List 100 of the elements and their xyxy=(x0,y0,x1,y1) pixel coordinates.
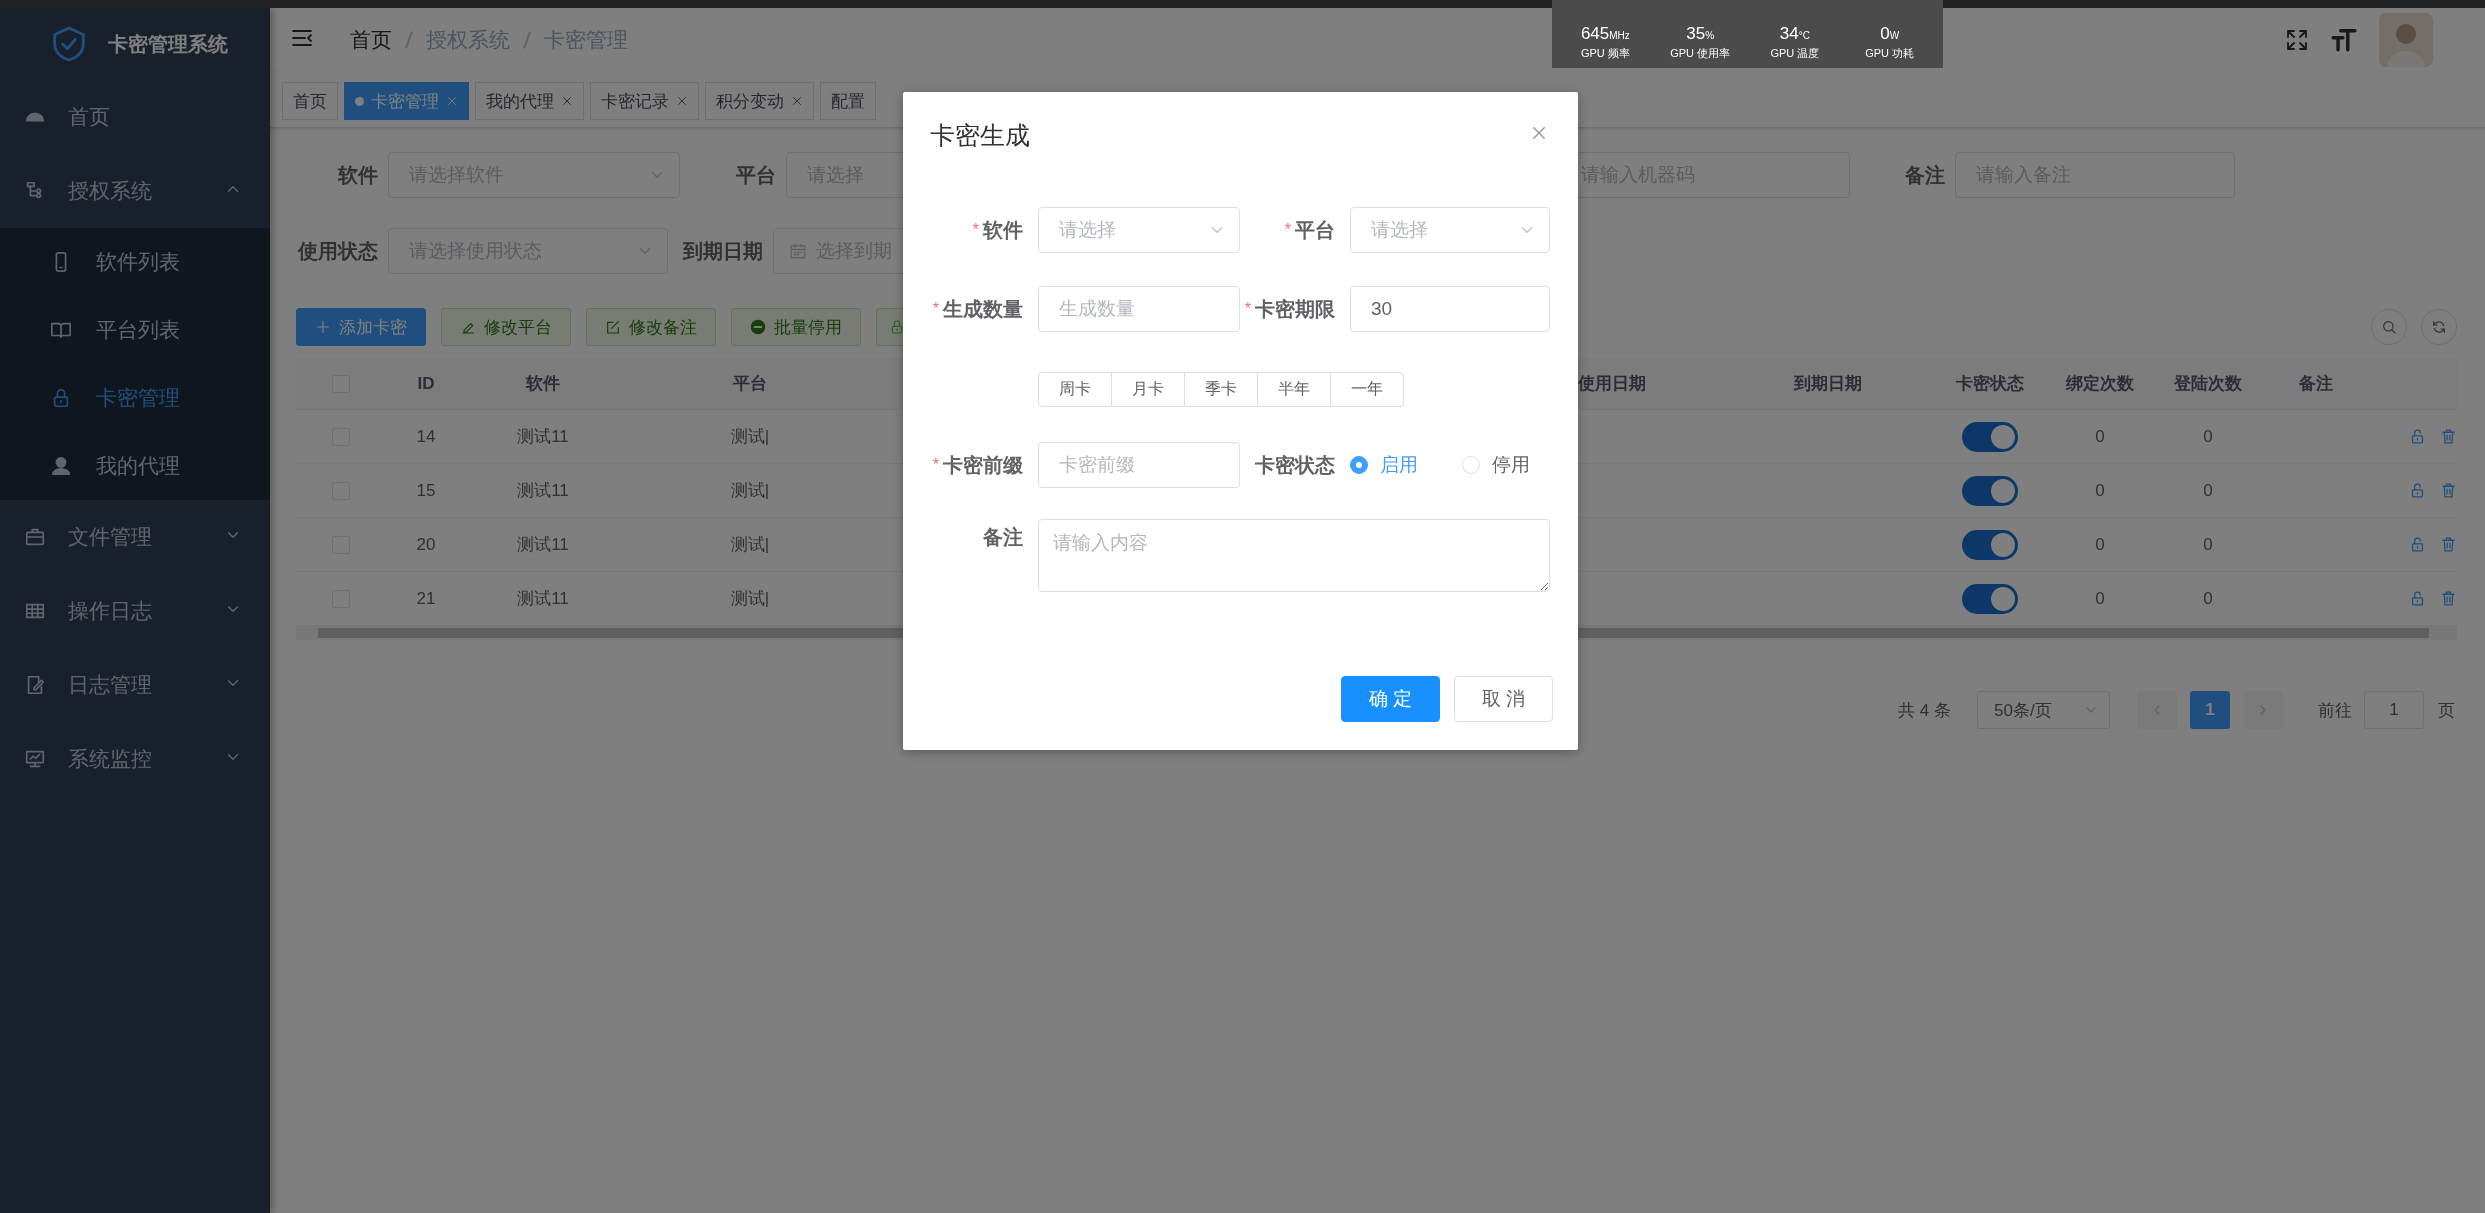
field-label: 卡密状态 xyxy=(1255,452,1335,478)
table-cell-text: 测试11 xyxy=(517,480,569,502)
unlock-icon xyxy=(2409,428,2426,445)
sidebar-subitem[interactable]: 软件列表 xyxy=(0,228,270,296)
metric-value: 34°C xyxy=(1779,24,1810,45)
metric-value: 35% xyxy=(1686,24,1715,45)
search-button[interactable] xyxy=(2371,309,2407,345)
remark-field[interactable]: 请输入内容 xyxy=(1038,519,1550,592)
required-mark: * xyxy=(932,456,939,474)
metric-value: 0W xyxy=(1880,24,1900,45)
select-field[interactable]: 请选择 xyxy=(1038,207,1240,253)
table-cell: 0 xyxy=(2095,426,2105,447)
sidebar-item[interactable]: 首页 xyxy=(0,80,270,154)
delete-icon xyxy=(2440,536,2457,553)
table-cell: 0 xyxy=(2095,534,2105,555)
table-cell: 0 xyxy=(2095,588,2105,609)
refresh-button[interactable] xyxy=(2421,309,2457,345)
delete-icon xyxy=(2440,590,2457,607)
column-header: 到期日期 xyxy=(1794,373,1862,395)
table-cell: 0 xyxy=(2203,426,2213,447)
edit-icon xyxy=(605,319,621,335)
tab[interactable]: 我的代理 xyxy=(475,82,584,120)
tab[interactable]: 积分变动 xyxy=(705,82,814,120)
input-field[interactable]: 卡密前缀 xyxy=(1038,442,1240,488)
toggle-switch[interactable] xyxy=(1962,421,2018,452)
goto-label: 前往 xyxy=(2318,699,2352,722)
table-cell-text: 测试11 xyxy=(517,534,569,556)
tab[interactable]: 卡密记录 xyxy=(590,82,699,120)
sidebar-item[interactable]: 文件管理 xyxy=(0,500,270,574)
breadcrumb-item[interactable]: 首页 xyxy=(350,26,392,54)
field-label: 到期日期 xyxy=(682,238,763,264)
table-cell-text: 测试| xyxy=(730,426,770,448)
plus-icon xyxy=(315,319,331,335)
select-field[interactable]: 请选择 xyxy=(1350,207,1550,253)
close-icon xyxy=(1530,124,1548,142)
page-button[interactable]: 1 xyxy=(2190,691,2230,729)
required-mark: * xyxy=(932,300,939,318)
sidebar-item[interactable]: 授权系统 xyxy=(0,154,270,228)
tab[interactable]: 配置 xyxy=(820,82,876,120)
sidebar-subitem[interactable]: 卡密管理 xyxy=(0,364,270,432)
column-header: 登陆次数 xyxy=(2174,373,2242,395)
sidebar-item[interactable]: 操作日志 xyxy=(0,574,270,648)
preset-button[interactable]: 半年 xyxy=(1257,372,1331,407)
input-field[interactable]: 生成数量 xyxy=(1038,286,1240,332)
monitor-icon xyxy=(24,748,46,770)
next-page-button[interactable] xyxy=(2243,691,2283,729)
field-label: 卡密期限 xyxy=(1255,296,1335,322)
table-cell: 14 xyxy=(416,426,436,447)
radio-option[interactable]: 停用 xyxy=(1462,452,1530,478)
metric-label: GPU 频率 xyxy=(1580,46,1630,60)
table-cell: 0 xyxy=(2203,588,2213,609)
fullscreen-icon xyxy=(2285,28,2309,52)
preset-button[interactable]: 一年 xyxy=(1330,372,1404,407)
sidebar-subitem[interactable]: 平台列表 xyxy=(0,296,270,364)
toggle-switch[interactable] xyxy=(1962,475,2018,506)
refresh-icon xyxy=(2431,319,2447,335)
unlock-icon xyxy=(2409,482,2426,499)
preset-button[interactable]: 月卡 xyxy=(1111,372,1185,407)
column-header: 软件 xyxy=(526,373,560,395)
sidebar-subitem[interactable]: 我的代理 xyxy=(0,432,270,500)
search-icon xyxy=(2381,319,2397,335)
delete-icon xyxy=(2440,482,2457,499)
preset-button[interactable]: 周卡 xyxy=(1038,372,1112,407)
table-cell-text: 测试| xyxy=(730,480,770,502)
field-label: 备注 xyxy=(1904,162,1945,188)
column-header: 绑定次数 xyxy=(2066,373,2134,395)
field-label: 使用状态 xyxy=(297,238,378,264)
column-header: 使用日期 xyxy=(1578,373,1646,395)
field-label: 软件 xyxy=(983,217,1023,243)
toggle-switch[interactable] xyxy=(1962,529,2018,560)
required-mark: * xyxy=(1284,221,1291,239)
input-field[interactable]: 30 xyxy=(1350,286,1550,332)
toggle-switch[interactable] xyxy=(1962,583,2018,614)
page-size-select[interactable]: 50条/页 xyxy=(1977,691,2110,729)
field-label: 平台 xyxy=(1295,217,1335,243)
previous-page-button[interactable] xyxy=(2137,691,2177,729)
field-label: 卡密前缀 xyxy=(943,452,1023,478)
table-cell: 21 xyxy=(416,588,436,609)
preset-button[interactable]: 季卡 xyxy=(1184,372,1258,407)
sidebar-item[interactable]: 日志管理 xyxy=(0,648,270,722)
radio-option[interactable]: 启用 xyxy=(1350,452,1418,478)
field-label: 软件 xyxy=(336,162,378,188)
avatar[interactable] xyxy=(2379,13,2433,67)
sidebar-item[interactable]: 系统监控 xyxy=(0,722,270,796)
column-header: ID xyxy=(417,373,435,394)
cancel-button[interactable]: 取 消 xyxy=(1454,676,1553,722)
user-icon xyxy=(50,455,72,477)
column-header: 卡密状态 xyxy=(1956,373,2024,395)
confirm-button[interactable]: 确 定 xyxy=(1341,676,1440,722)
text-size-icon xyxy=(2331,27,2357,53)
table-cell: 0 xyxy=(2095,480,2105,501)
field-label: 平台 xyxy=(735,162,776,188)
field-label: 生成数量 xyxy=(943,296,1023,322)
tab[interactable]: 卡密管理 xyxy=(344,82,469,120)
unlock-icon xyxy=(2409,536,2426,553)
lock-icon xyxy=(889,319,905,335)
tab[interactable]: 首页 xyxy=(282,82,338,120)
page-input[interactable]: 1 xyxy=(2364,691,2424,729)
toolbar-button[interactable]: 添加卡密 xyxy=(296,308,426,346)
table-cell-text: 测试11 xyxy=(517,426,569,448)
